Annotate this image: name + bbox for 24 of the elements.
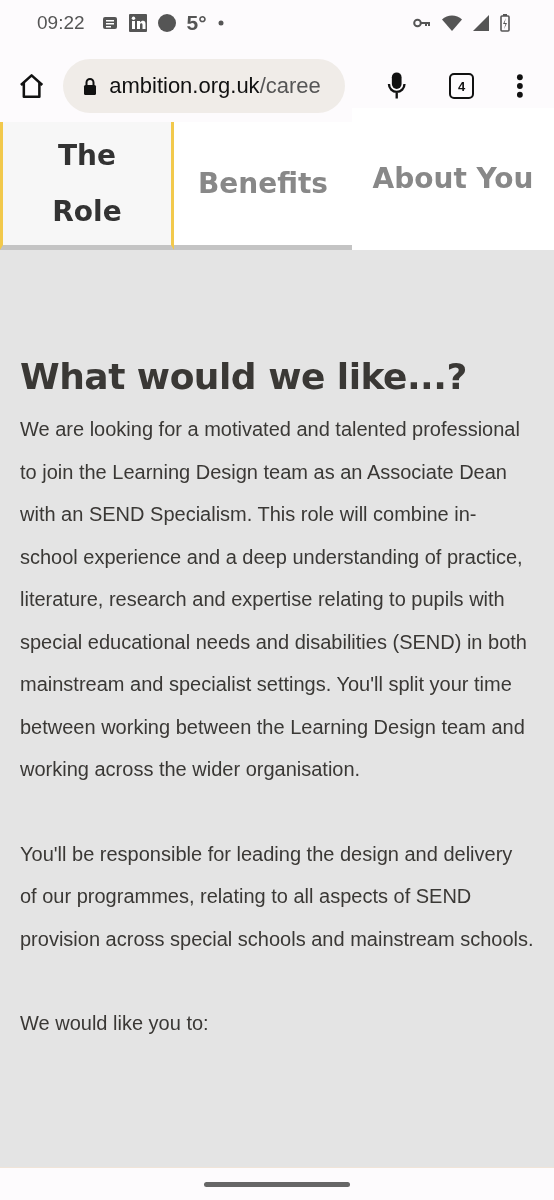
- section-heading: What would we like...?: [20, 355, 468, 399]
- home-icon[interactable]: [18, 73, 46, 99]
- gesture-handle[interactable]: [204, 1181, 350, 1187]
- tab[interactable]: The Role: [0, 122, 174, 250]
- url-text: ambition.org.uk/caree: [109, 73, 321, 99]
- wifi-icon: [442, 15, 462, 31]
- app-icon: [128, 14, 147, 32]
- paragraph: We are looking for a motivated and talented professional to join the Learning Design team as an Associate Dean with an SEND Specialism. This role will combine in-school experience and a deep understanding of practice, literature, research and expertise relating to pupils with special educational needs and disabilities (SEND) in both mainstream and specialist settings. You'll split your time between working between the Learning Design team and working across the wider organisation.: [20, 417, 528, 782]
- temperature: 5°: [186, 11, 207, 35]
- status-time: 09:22: [37, 12, 85, 34]
- circle-icon: [157, 14, 176, 32]
- address-bar[interactable]: ambition.org.uk/caree: [63, 59, 346, 113]
- tab[interactable]: Benefits: [174, 122, 352, 250]
- tab-switcher-button[interactable]: 4: [448, 73, 475, 99]
- dot-icon: [217, 20, 224, 26]
- lock-icon: [83, 77, 98, 95]
- signal-icon: [473, 15, 489, 31]
- microphone-icon[interactable]: [387, 71, 407, 101]
- paragraph: We would like you to:: [20, 1011, 210, 1036]
- notification-icon: [101, 16, 118, 30]
- battery-icon: [500, 14, 510, 32]
- paragraph: You'll be responsible for leading the design and delivery of our programmes, relating to all aspects of SEND provision across special schools and mainstream schools.: [20, 841, 534, 952]
- key-icon: [413, 18, 431, 28]
- more-menu-icon[interactable]: [516, 73, 524, 99]
